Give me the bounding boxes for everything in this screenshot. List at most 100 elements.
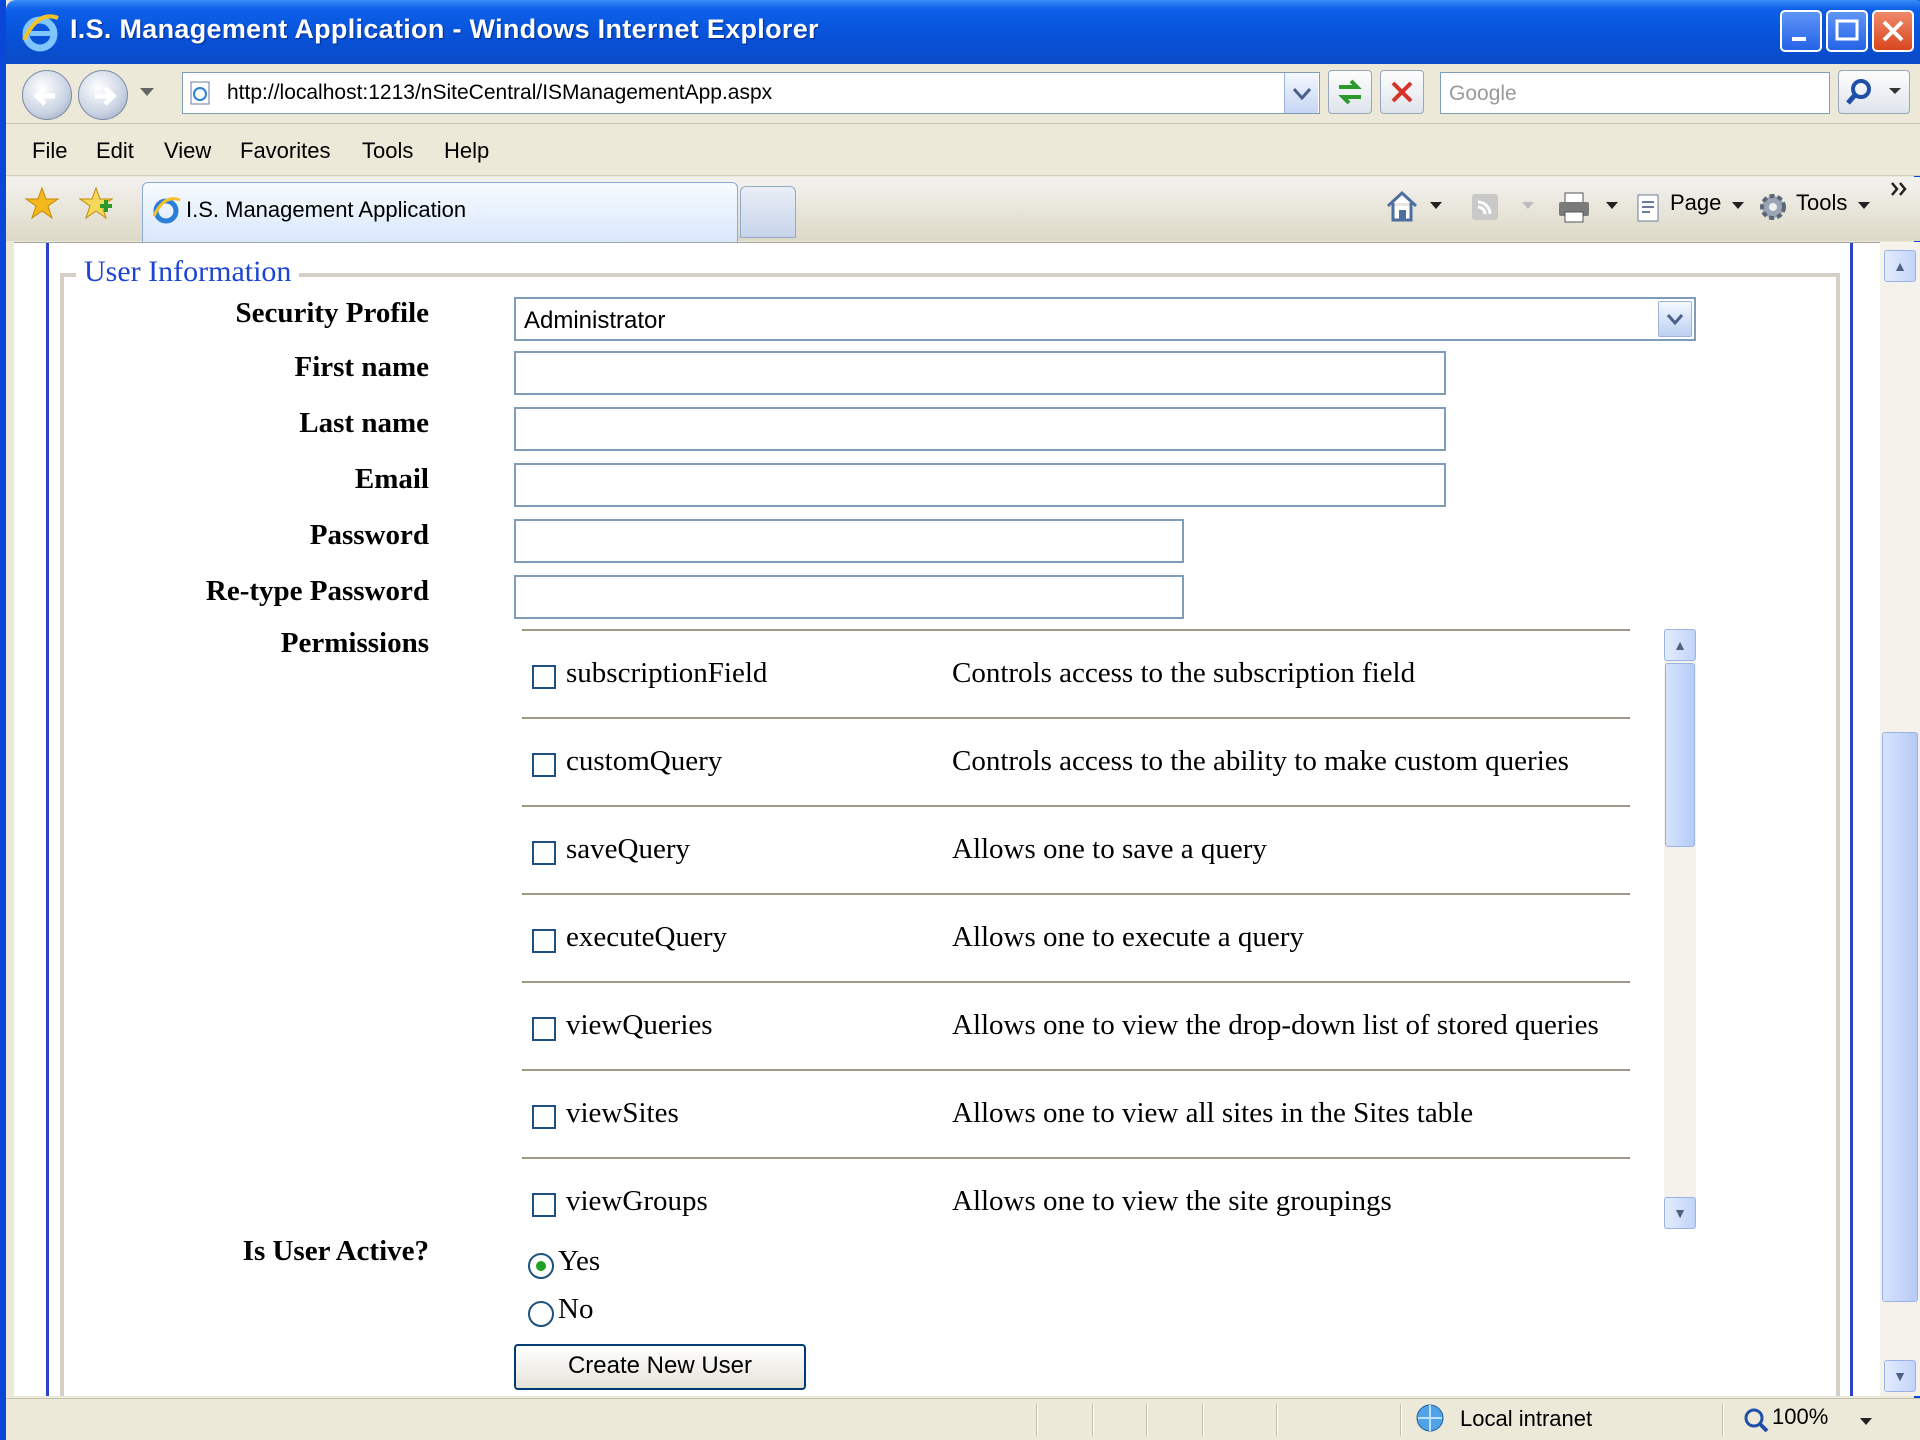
more-commands-chevron-icon[interactable] — [1890, 180, 1910, 198]
home-chevron-down-icon[interactable] — [1428, 200, 1444, 212]
forward-button[interactable] — [78, 70, 128, 120]
search-placeholder[interactable]: Google — [1449, 82, 1517, 106]
permission-row: viewGroups Allows one to view the site g… — [522, 1157, 1630, 1229]
permission-checkbox[interactable] — [532, 841, 556, 865]
recent-pages-chevron-down-icon[interactable] — [138, 86, 156, 98]
active-no-radio[interactable] — [528, 1301, 554, 1327]
new-tab-button[interactable] — [740, 186, 796, 238]
active-no-label[interactable]: No — [558, 1293, 593, 1326]
active-yes-label[interactable]: Yes — [558, 1245, 600, 1278]
feeds-chevron-down-icon — [1522, 202, 1534, 209]
permission-checkbox[interactable] — [532, 1193, 556, 1217]
permission-description: Allows one to view the drop-down list of… — [952, 1009, 1599, 1041]
page-scroll-down-button[interactable]: ▼ — [1884, 1360, 1916, 1392]
security-profile-label: Security Profile — [235, 297, 429, 329]
feeds-icon[interactable] — [1470, 192, 1500, 222]
status-divider — [1722, 1404, 1724, 1436]
security-profile-value[interactable]: Administrator — [524, 307, 665, 335]
page-scrollbar[interactable]: ▲ ▼ — [1880, 242, 1920, 1396]
address-dropdown-button[interactable] — [1284, 73, 1318, 113]
tab-title[interactable]: I.S. Management Application — [186, 197, 466, 223]
page-scroll-up-button[interactable]: ▲ — [1884, 250, 1916, 282]
refresh-button[interactable] — [1328, 70, 1372, 114]
last-name-label: Last name — [299, 407, 429, 439]
print-icon[interactable] — [1556, 190, 1592, 224]
permissions-label: Permissions — [280, 627, 429, 659]
permission-checkbox[interactable] — [532, 929, 556, 953]
permissions-list[interactable]: subscriptionField Controls access to the… — [514, 629, 1704, 1229]
print-chevron-down-icon[interactable] — [1604, 200, 1620, 212]
url-text[interactable]: http://localhost:1213/nSiteCentral/ISMan… — [227, 81, 772, 105]
add-favorite-icon[interactable] — [78, 186, 114, 222]
menu-tools[interactable]: Tools — [362, 138, 413, 164]
refresh-icon — [1338, 79, 1362, 105]
maximize-button[interactable] — [1826, 10, 1868, 52]
search-icon — [1846, 79, 1901, 105]
tools-gear-icon[interactable] — [1756, 190, 1790, 224]
forward-arrow-icon — [95, 86, 117, 106]
status-divider — [1092, 1404, 1094, 1436]
frame-border-right — [1850, 243, 1853, 1396]
status-divider — [1036, 1404, 1038, 1436]
close-window-button[interactable] — [1872, 10, 1914, 52]
zoom-chevron-down-icon[interactable] — [1858, 1416, 1874, 1428]
frame-border-left — [46, 243, 49, 1396]
zoom-magnifier-icon[interactable] — [1742, 1406, 1770, 1434]
scrollbar-thumb[interactable] — [1665, 663, 1695, 847]
menu-file[interactable]: File — [32, 138, 67, 164]
minimize-button[interactable] — [1780, 10, 1822, 52]
page-content: User Information Security Profile Admini… — [14, 242, 1884, 1396]
title-bar[interactable]: I.S. Management Application - Windows In… — [6, 0, 1920, 64]
permission-name: saveQuery — [566, 833, 691, 865]
permission-name: executeQuery — [566, 921, 728, 953]
page-menu-label[interactable]: Page — [1670, 190, 1721, 216]
menu-help[interactable]: Help — [444, 138, 489, 164]
address-bar[interactable]: http://localhost:1213/nSiteCentral/ISMan… — [182, 72, 1320, 114]
page-menu-icon[interactable] — [1634, 192, 1664, 224]
permission-checkbox[interactable] — [532, 1017, 556, 1041]
fieldset-legend: User Information — [76, 255, 300, 289]
retype-password-field[interactable] — [514, 575, 1184, 619]
permission-description: Allows one to execute a query — [952, 921, 1304, 953]
permission-row: viewSites Allows one to view all sites i… — [522, 1069, 1630, 1157]
back-button[interactable] — [22, 70, 72, 120]
tools-menu-label[interactable]: Tools — [1796, 190, 1847, 216]
password-field[interactable] — [514, 519, 1184, 563]
permission-description: Allows one to view all sites in the Site… — [952, 1097, 1474, 1129]
permission-description: Controls access to the ability to make c… — [952, 745, 1569, 777]
permission-description: Allows one to view the site groupings — [952, 1185, 1392, 1217]
zoom-level[interactable]: 100% — [1772, 1404, 1828, 1430]
permission-name: viewSites — [566, 1097, 679, 1129]
search-box[interactable]: Google — [1440, 72, 1830, 114]
menu-edit[interactable]: Edit — [96, 138, 134, 164]
permissions-scrollbar[interactable]: ▲ ▼ — [1664, 629, 1696, 1229]
tools-chevron-down-icon[interactable] — [1856, 200, 1872, 212]
security-profile-select[interactable]: Administrator — [514, 297, 1696, 341]
stop-button[interactable] — [1380, 70, 1424, 114]
back-arrow-icon — [33, 86, 55, 106]
last-name-field[interactable] — [514, 407, 1446, 451]
first-name-field[interactable] — [514, 351, 1446, 395]
scroll-down-button[interactable]: ▼ — [1664, 1197, 1696, 1229]
scroll-up-button[interactable]: ▲ — [1664, 629, 1696, 661]
permission-checkbox[interactable] — [532, 1105, 556, 1129]
active-yes-radio[interactable] — [528, 1253, 554, 1279]
security-zone-text: Local intranet — [1460, 1406, 1593, 1431]
home-icon[interactable] — [1384, 188, 1420, 224]
permission-description: Controls access to the subscription fiel… — [952, 657, 1416, 689]
browser-window: I.S. Management Application - Windows In… — [0, 0, 1920, 1440]
user-active-label: Is User Active? — [242, 1235, 429, 1267]
page-chevron-down-icon[interactable] — [1730, 200, 1746, 212]
email-field[interactable] — [514, 463, 1446, 507]
create-new-user-button[interactable]: Create New User — [514, 1344, 806, 1390]
menu-favorites[interactable]: Favorites — [240, 138, 330, 164]
select-dropdown-button[interactable] — [1658, 301, 1692, 337]
ie-logo-icon — [22, 14, 59, 52]
search-button[interactable] — [1838, 70, 1910, 114]
favorites-star-icon[interactable] — [24, 186, 60, 222]
page-scrollbar-thumb[interactable] — [1882, 732, 1918, 1302]
permission-checkbox[interactable] — [532, 665, 556, 689]
permission-checkbox[interactable] — [532, 753, 556, 777]
permission-name: subscriptionField — [566, 657, 768, 689]
menu-view[interactable]: View — [164, 138, 211, 164]
